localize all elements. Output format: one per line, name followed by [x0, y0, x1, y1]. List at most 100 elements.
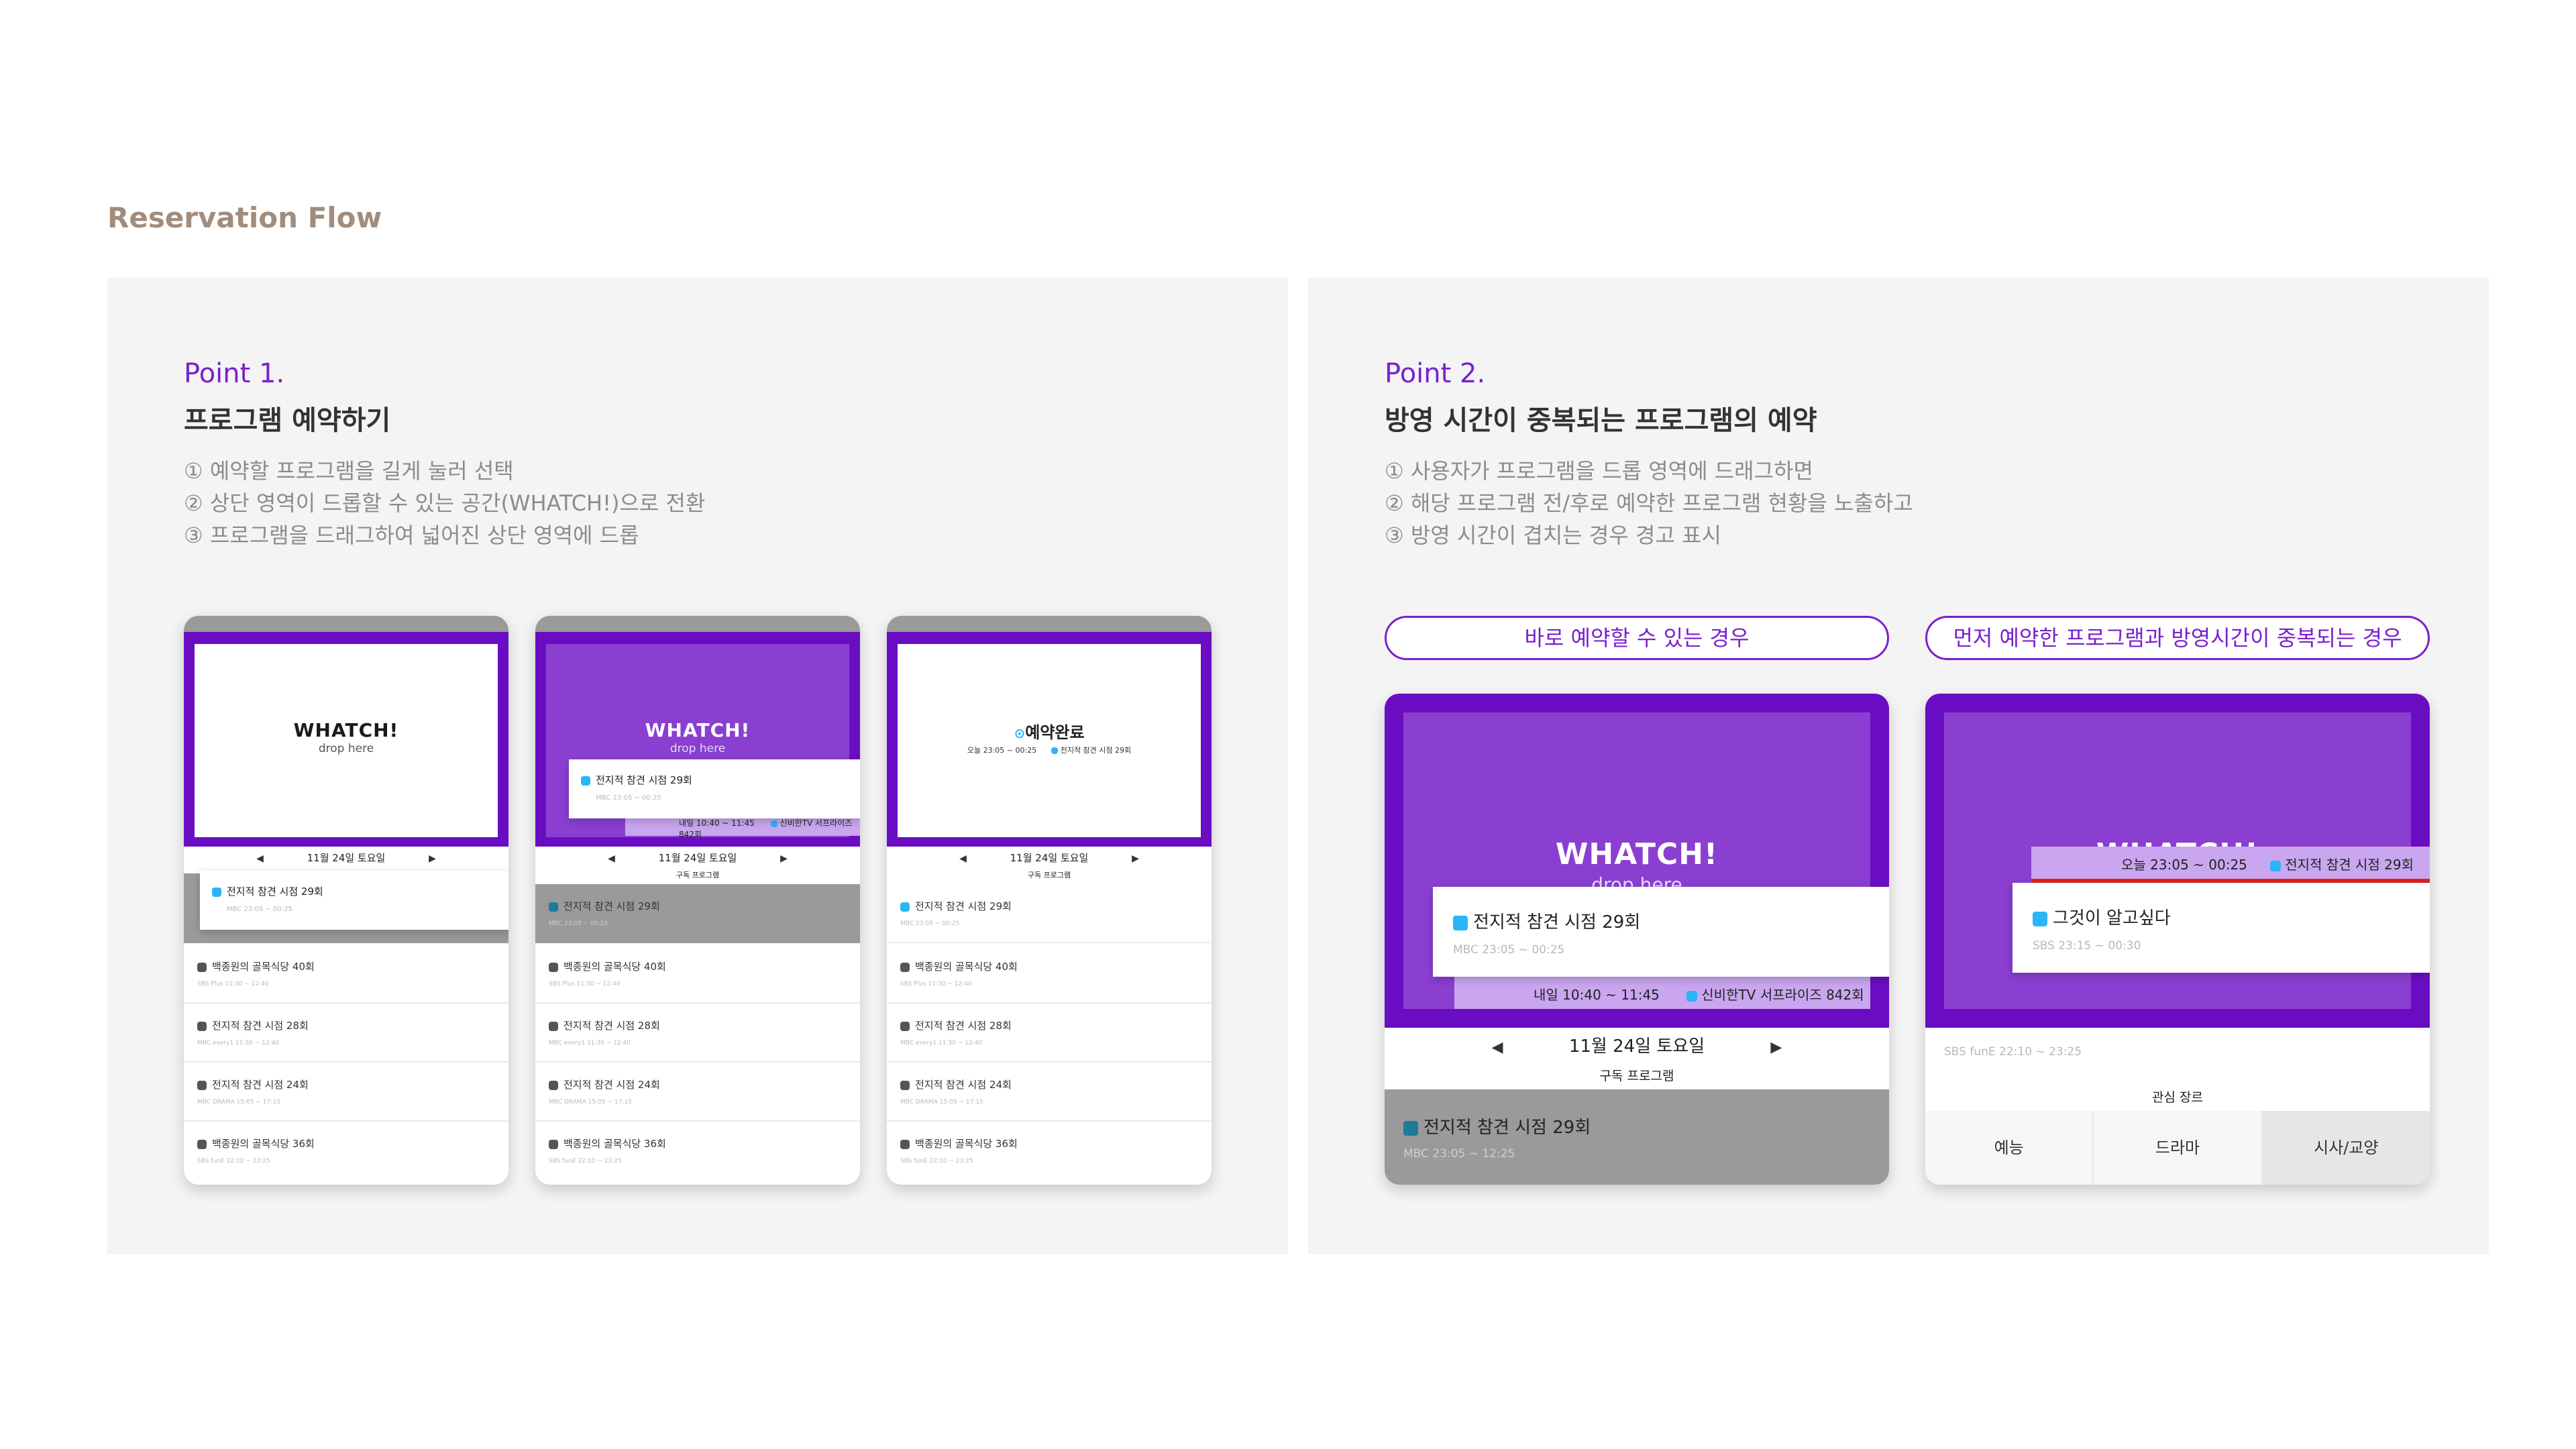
program-icon [549, 962, 558, 972]
step-2: ② 상단 영역이 드롭할 수 있는 공간(WHATCH!)으로 전환 [184, 490, 706, 516]
program-icon [549, 1080, 558, 1090]
program-icon [197, 1021, 207, 1031]
behind-sub: SBS funE 22:10 ~ 23:25 [1944, 1045, 2082, 1059]
drop-zone: ⊙예약완료 오늘 23:05 ~ 00:25 전지적 참견 시점 29회 [887, 632, 1212, 847]
list-item[interactable]: 백종원의 골목식당 36회 SBS funE 22:10 ~ 23:25 [887, 1122, 1212, 1181]
dragged-title: 전지적 참견 시점 29회 [596, 774, 692, 786]
point1-heading: 프로그램 예약하기 [184, 405, 391, 436]
dragged-card[interactable]: 전지적 참견 시점 29회 MBC 23:05 ~ 00:25 [200, 871, 508, 930]
check-circle-icon: ⊙ [1014, 725, 1026, 741]
next-date-button[interactable]: ▶ [429, 853, 436, 864]
drop-here-label: drop here [669, 742, 726, 755]
program-icon [1051, 747, 1058, 754]
date-bar: ◀ 11월 24일 토요일 ▶ [184, 851, 508, 871]
program-icon [900, 1080, 910, 1090]
whatch-logo: WHATCH! [293, 719, 399, 741]
interest-label: 관심 장르 [1925, 1085, 2430, 1110]
done-title-row: ⊙예약완료 [1014, 723, 1085, 742]
list-item[interactable]: 백종원의 골목식당 40회 SBS Plus 11:30 ~ 12:40 [184, 945, 508, 1004]
phone-case-conflict: WHATCH! 오늘 23:05 ~ 00:25 전지적 참견 시점 29회 그… [1925, 694, 2430, 1185]
program-icon [197, 1080, 207, 1090]
subscribe-label: 구독 프로그램 [1385, 1064, 1889, 1088]
case-conflict-pill: 먼저 예약한 프로그램과 방영시간이 중복되는 경우 [1925, 616, 2430, 660]
dragged-title: 전지적 참견 시점 29회 [227, 885, 323, 898]
list-item-placeholder: 전지적 참견 시점 29회 MBC 23:05 ~ 00:25 [535, 884, 860, 943]
next-date-button[interactable]: ▶ [1770, 1039, 1782, 1056]
list-item[interactable]: 백종원의 골목식당 40회 SBS Plus 11:30 ~ 12:40 [535, 945, 860, 1004]
subscribe-label: 구독 프로그램 [887, 869, 1212, 883]
program-icon [212, 887, 221, 897]
phone-step-3: ⊙예약완료 오늘 23:05 ~ 00:25 전지적 참견 시점 29회 ◀ 1… [887, 616, 1212, 1185]
prev-date-button[interactable]: ◀ [608, 853, 615, 864]
point2-steps: ① 사용자가 프로그램을 드롭 영역에 드래그하면 ② 해당 프로그램 전/후로… [1385, 455, 1913, 551]
program-icon [549, 902, 558, 912]
point2-panel: Point 2. 방영 시간이 중복되는 프로그램의 예약 ① 사용자가 프로그… [1308, 278, 2489, 1254]
program-icon [1403, 1120, 1418, 1136]
program-icon [549, 1139, 558, 1149]
list-item[interactable]: 전지적 참견 시점 28회 MBC every1 11:30 ~ 12:40 [887, 1004, 1212, 1063]
prev-date-button[interactable]: ◀ [1492, 1039, 1503, 1056]
date-label: 11월 24일 토요일 [1010, 852, 1089, 864]
program-icon [900, 1021, 910, 1031]
program-icon [2033, 911, 2047, 926]
list-item[interactable]: 전지적 참견 시점 24회 MBC DRAMA 15:05 ~ 17:15 [887, 1063, 1212, 1122]
reserved-strip: 내일 10:40 ~ 11:45 신비한TV 서프라이즈 842회 [1454, 977, 1870, 1009]
program-icon [900, 902, 910, 912]
list-item[interactable]: 전지적 참견 시점 29회 MBC 23:05 ~ 00:25 [887, 884, 1212, 943]
program-icon [1686, 990, 1698, 1002]
drop-zone-active: WHATCH! drop here 내일 10:40 ~ 11:45 신비한TV… [1385, 694, 1889, 1028]
program-icon [900, 1139, 910, 1149]
prev-date-button[interactable]: ◀ [256, 853, 264, 864]
date-bar: ◀ 11월 24일 토요일 ▶ [1385, 1029, 1889, 1064]
list-item[interactable]: 전지적 참견 시점 24회 MBC DRAMA 15:05 ~ 17:15 [184, 1063, 508, 1122]
program-icon [2270, 860, 2282, 871]
program-icon [197, 962, 207, 972]
date-label: 11월 24일 토요일 [307, 852, 386, 864]
drop-zone-active: WHATCH! 오늘 23:05 ~ 00:25 전지적 참견 시점 29회 [1925, 694, 2430, 1028]
list-item[interactable]: 백종원의 골목식당 40회 SBS Plus 11:30 ~ 12:40 [887, 945, 1212, 1004]
dragged-card[interactable]: 전지적 참견 시점 29회 MBC 23:05 ~ 00:25 [569, 759, 860, 818]
point1-label: Point 1. [184, 358, 285, 389]
step-1: ① 사용자가 프로그램을 드롭 영역에 드래그하면 [1385, 458, 1813, 484]
page-title: Reservation Flow [107, 201, 382, 234]
date-label: 11월 24일 토요일 [1568, 1036, 1705, 1057]
drop-zone: WHATCH! drop here [184, 632, 508, 847]
list-item[interactable]: 백종원의 골목식당 36회 SBS funE 22:10 ~ 23:25 [184, 1122, 508, 1181]
date-bar: ◀ 11월 24일 토요일 ▶ [887, 851, 1212, 868]
program-icon [197, 1139, 207, 1149]
point1-steps: ① 예약할 프로그램을 길게 눌러 선택 ② 상단 영역이 드롭할 수 있는 공… [184, 455, 705, 551]
whatch-logo: WHATCH! [1555, 837, 1719, 871]
conflict-reserved-strip: 오늘 23:05 ~ 00:25 전지적 참견 시점 29회 [2031, 847, 2430, 879]
program-icon [581, 775, 590, 786]
list-item-placeholder: 전지적 참견 시점 29회 MBC 23:05 ~ 12:25 [1385, 1089, 1889, 1185]
date-label: 11월 24일 토요일 [658, 852, 737, 864]
step-2: ② 해당 프로그램 전/후로 예약한 프로그램 현황을 노출하고 [1385, 490, 1913, 516]
whatch-logo: WHATCH! [645, 719, 751, 741]
dragged-card[interactable]: 전지적 참견 시점 29회 MBC 23:05 ~ 00:25 [1433, 887, 1889, 977]
list-item[interactable]: 백종원의 골목식당 36회 SBS funE 22:10 ~ 23:25 [535, 1122, 860, 1181]
step-3: ③ 방영 시간이 겹치는 경우 경고 표시 [1385, 523, 1721, 548]
list-item[interactable]: 전지적 참견 시점 28회 MBC every1 11:30 ~ 12:40 [535, 1004, 860, 1063]
program-icon [1453, 915, 1468, 930]
phone-step-1: WHATCH! drop here ◀ 11월 24일 토요일 ▶ 전지적 참견… [184, 616, 508, 1185]
dragged-sub: MBC 23:05 ~ 00:25 [227, 906, 292, 913]
step-1: ① 예약할 프로그램을 길게 눌러 선택 [184, 458, 514, 484]
done-detail: 오늘 23:05 ~ 00:25 전지적 참견 시점 29회 [967, 746, 1132, 755]
next-date-button[interactable]: ▶ [780, 853, 788, 864]
tab-variety[interactable]: 예능 [1925, 1111, 2094, 1185]
date-bar: ◀ 11월 24일 토요일 ▶ [535, 851, 860, 868]
dragged-sub: MBC 23:05 ~ 00:25 [596, 794, 661, 802]
next-date-button[interactable]: ▶ [1132, 853, 1139, 864]
tab-current-affairs[interactable]: 시사/교양 [2262, 1111, 2430, 1185]
list-item[interactable]: 전지적 참견 시점 24회 MBC DRAMA 15:05 ~ 17:15 [535, 1063, 860, 1122]
drop-here-label: drop here [318, 742, 374, 755]
tab-drama[interactable]: 드라마 [2094, 1111, 2263, 1185]
dragged-card[interactable]: 그것이 알고싶다 SBS 23:15 ~ 00:30 [2012, 883, 2430, 973]
prev-date-button[interactable]: ◀ [959, 853, 967, 864]
phone-case-ok: WHATCH! drop here 내일 10:40 ~ 11:45 신비한TV… [1385, 694, 1889, 1185]
point2-heading: 방영 시간이 중복되는 프로그램의 예약 [1385, 405, 1817, 436]
program-icon [770, 820, 777, 827]
list-item[interactable]: 전지적 참견 시점 28회 MBC every1 11:30 ~ 12:40 [184, 1004, 508, 1063]
program-icon [900, 962, 910, 972]
status-bar [184, 616, 508, 632]
